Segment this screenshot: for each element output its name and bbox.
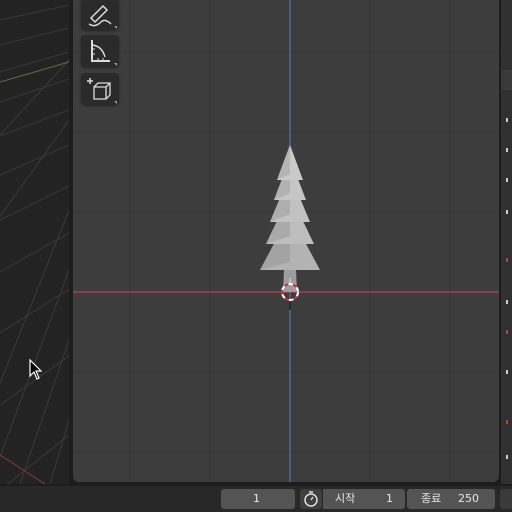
timeline-extra-button[interactable] — [500, 489, 512, 509]
panel-marker — [506, 148, 508, 152]
annotate-tool-button[interactable] — [81, 0, 119, 30]
end-frame-value: 250 — [458, 492, 479, 505]
panel-marker — [506, 210, 508, 214]
start-frame-value: 1 — [386, 492, 393, 505]
panel-marker — [506, 420, 508, 424]
panel-tab[interactable] — [501, 70, 512, 90]
panel-marker — [506, 330, 508, 334]
tree-mesh[interactable] — [260, 145, 320, 292]
panel-marker — [506, 300, 508, 304]
perspective-grid — [0, 4, 69, 484]
pencil-icon — [88, 4, 117, 29]
ruler-icon — [91, 40, 117, 66]
add-cube-tool-button[interactable] — [81, 73, 119, 105]
playback-timer-button[interactable] — [300, 489, 322, 509]
end-frame-label: 종료 — [421, 492, 442, 505]
measure-tool-button[interactable] — [81, 35, 119, 67]
start-frame-field[interactable]: 시작 1 — [323, 489, 405, 509]
panel-marker — [506, 370, 508, 374]
current-frame-value: 1 — [253, 492, 260, 505]
panel-marker — [506, 118, 508, 122]
current-frame-field[interactable]: 1 — [221, 489, 295, 509]
main-3d-viewport[interactable] — [73, 0, 499, 482]
stopwatch-icon — [304, 491, 318, 507]
start-frame-label: 시작 — [335, 492, 356, 505]
panel-marker — [506, 455, 508, 459]
left-3d-viewport[interactable] — [0, 0, 69, 484]
add-cube-icon — [87, 78, 117, 104]
panel-marker — [506, 258, 508, 262]
panel-marker — [506, 178, 508, 182]
mouse-pointer-icon — [29, 359, 43, 380]
blender-window: 1 시작 1 종료 250 — [0, 0, 512, 512]
end-frame-field[interactable]: 종료 250 — [407, 489, 495, 509]
viewport-grid — [73, 0, 499, 482]
properties-panel[interactable] — [501, 0, 512, 484]
